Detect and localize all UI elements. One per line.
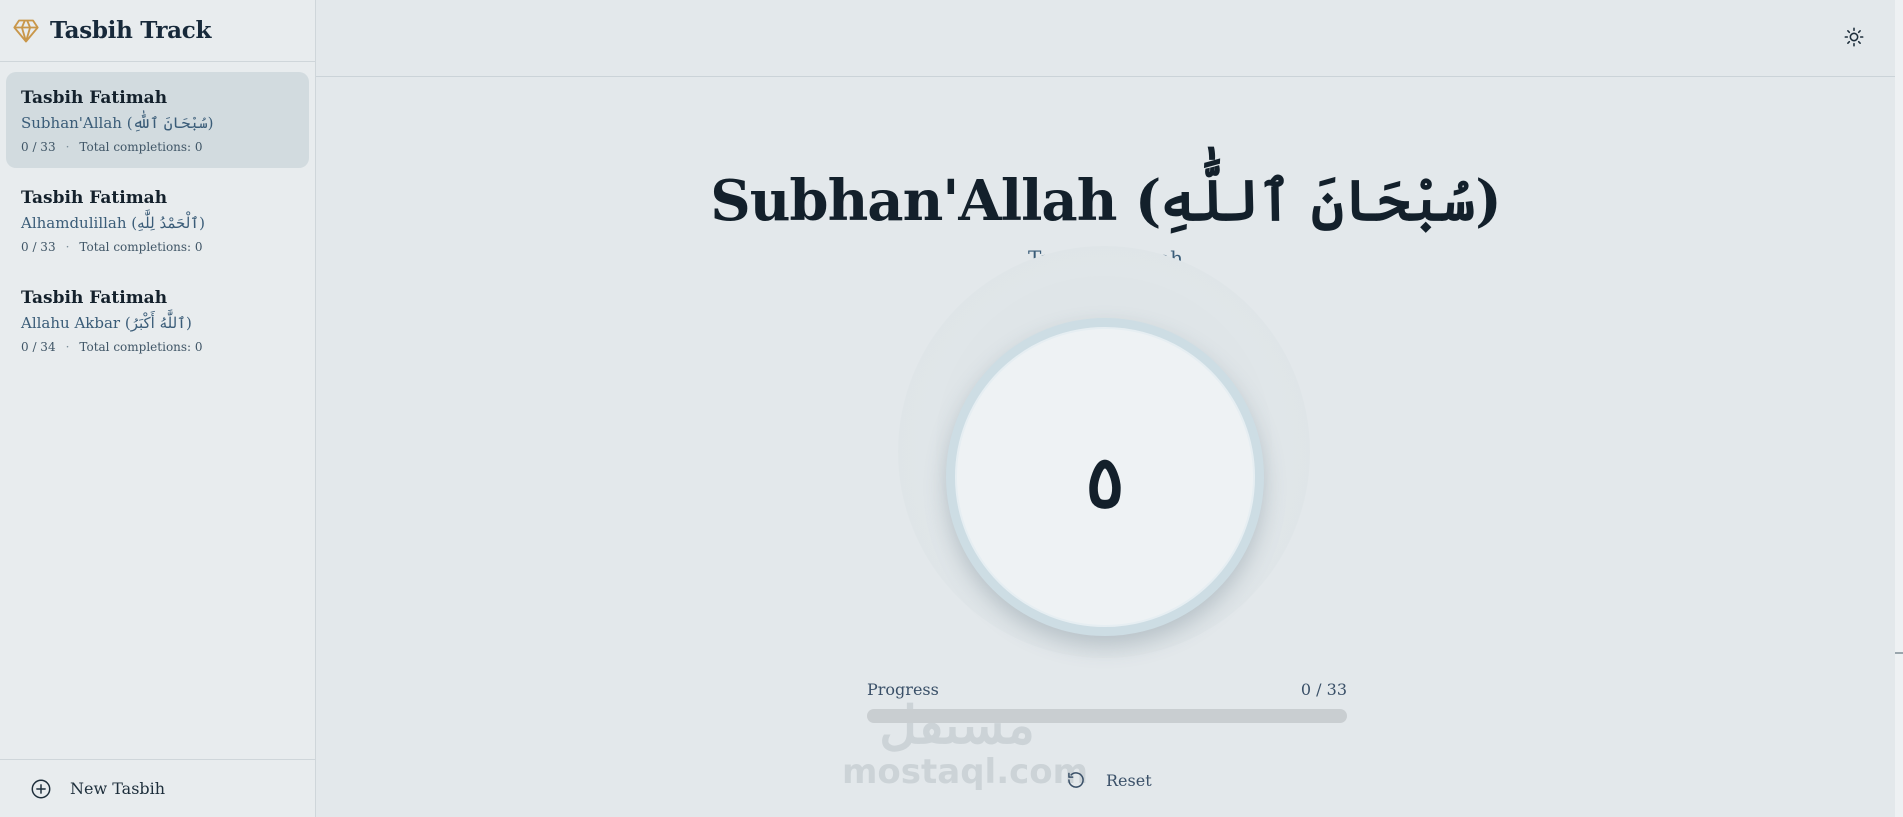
scrollbar[interactable] xyxy=(1895,0,1903,817)
count-display: ٥ xyxy=(1085,439,1125,524)
tasbih-item-dhikr: Alhamdulillah (ٱلْحَمْدُ لِلَّٰهِ) xyxy=(21,214,205,232)
tasbih-item-alhamdulillah[interactable]: Tasbih Fatimah Alhamdulillah (ٱلْحَمْدُ … xyxy=(6,172,309,268)
dhikr-title: Subhan'Allah (سُبْحَانَ ٱللَّٰهِ) xyxy=(710,168,1501,234)
separator-dot: · xyxy=(65,140,70,154)
progress-label: Progress xyxy=(867,680,939,699)
reset-button[interactable]: Reset xyxy=(1066,770,1152,790)
tasbih-item-name: Tasbih Fatimah xyxy=(21,288,168,308)
tasbih-item-completions: Total completions: 0 xyxy=(79,140,203,154)
tasbih-list: Tasbih Fatimah Subhan'Allah (سُبْحَانَ ٱ… xyxy=(0,62,315,368)
tasbih-item-name: Tasbih Fatimah xyxy=(21,88,168,108)
reset-label: Reset xyxy=(1106,770,1152,790)
tasbih-item-completions: Total completions: 0 xyxy=(79,340,203,354)
watermark-latin: mostaql.com xyxy=(842,752,1089,792)
new-tasbih-button[interactable]: New Tasbih xyxy=(0,759,315,817)
separator-dot: · xyxy=(65,340,70,354)
tasbih-item-subhanallah[interactable]: Tasbih Fatimah Subhan'Allah (سُبْحَانَ ٱ… xyxy=(6,72,309,168)
tasbih-item-count: 0 / 33 xyxy=(21,240,56,254)
count-tap-button[interactable]: ٥ xyxy=(946,318,1264,636)
tasbih-item-name: Tasbih Fatimah xyxy=(21,188,168,208)
tasbih-item-allahu-akbar[interactable]: Tasbih Fatimah Allahu Akbar (ٱللَّٰهُ أَ… xyxy=(6,272,309,368)
new-tasbih-label: New Tasbih xyxy=(70,779,166,798)
tasbih-item-meta: 0 / 33 · Total completions: 0 xyxy=(21,240,294,254)
progress-bar xyxy=(867,709,1347,723)
progress-section: Progress 0 / 33 xyxy=(867,680,1347,723)
app-title: Tasbih Track xyxy=(50,17,212,44)
progress-value: 0 / 33 xyxy=(1300,680,1347,699)
tasbih-item-count: 0 / 34 xyxy=(21,340,56,354)
scrollbar-thumb[interactable] xyxy=(1895,652,1903,654)
separator-dot: · xyxy=(65,240,70,254)
tasbih-item-dhikr: Subhan'Allah (سُبْحَانَ ٱللَّٰهِ) xyxy=(21,114,214,132)
tasbih-item-dhikr: Allahu Akbar (ٱللَّٰهُ أَكْبَرُ) xyxy=(21,314,192,332)
brand: Tasbih Track xyxy=(0,0,315,62)
tasbih-item-count: 0 / 33 xyxy=(21,140,56,154)
plus-circle-icon xyxy=(31,779,51,798)
top-bar xyxy=(316,0,1903,77)
tasbih-item-meta: 0 / 33 · Total completions: 0 xyxy=(21,140,294,154)
main-panel: Subhan'Allah (سُبْحَانَ ٱللَّٰهِ) Tasbih… xyxy=(316,0,1903,817)
tasbih-item-completions: Total completions: 0 xyxy=(79,240,203,254)
progress-header: Progress 0 / 33 xyxy=(867,680,1347,699)
gem-icon xyxy=(13,19,39,42)
app-root: Tasbih Track Tasbih Fatimah Subhan'Allah… xyxy=(0,0,1903,817)
rotate-ccw-icon xyxy=(1068,772,1084,788)
sidebar: Tasbih Track Tasbih Fatimah Subhan'Allah… xyxy=(0,0,316,817)
tasbih-item-meta: 0 / 34 · Total completions: 0 xyxy=(21,340,294,354)
sun-icon[interactable] xyxy=(1843,26,1865,48)
